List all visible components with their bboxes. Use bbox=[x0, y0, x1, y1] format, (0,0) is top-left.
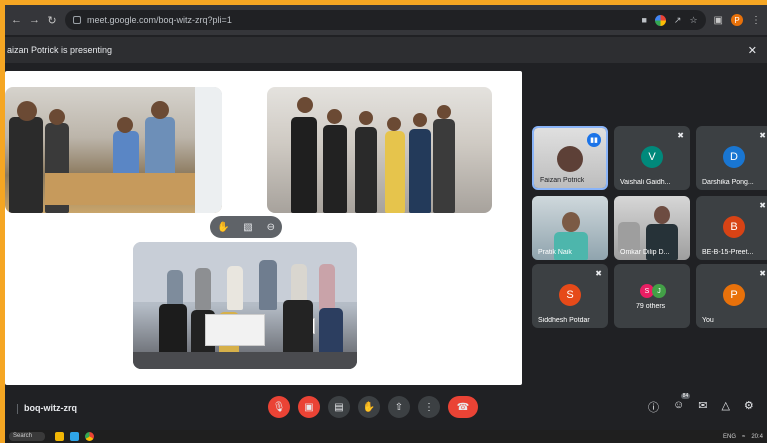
participant-name: Vaishali Gaidh... bbox=[620, 179, 671, 186]
screen-frame: ← → ↻ meet.google.com/boq-witz-zrq?pli=1… bbox=[5, 5, 767, 443]
activities-icon[interactable]: △ bbox=[721, 399, 729, 415]
taskbar-search[interactable]: Search bbox=[9, 432, 45, 441]
participant-tile[interactable]: Pratik Naik bbox=[532, 196, 608, 260]
pan-icon[interactable]: ✋ bbox=[217, 222, 229, 233]
participant-tile[interactable]: ✖ S Siddhesh Potdar bbox=[532, 264, 608, 328]
host-controls-icon[interactable]: ⚙ bbox=[744, 399, 754, 415]
url-text: meet.google.com/boq-witz-zrq?pli=1 bbox=[87, 15, 232, 25]
leave-call-button[interactable]: ☎ bbox=[448, 396, 478, 418]
participant-tile[interactable]: ✖ D Darshika Pong... bbox=[696, 126, 767, 190]
file-explorer-icon[interactable] bbox=[55, 432, 64, 441]
avatar: D bbox=[723, 146, 745, 168]
presenting-text: aizan Potrick is presenting bbox=[7, 45, 113, 55]
address-bar[interactable]: meet.google.com/boq-witz-zrq?pli=1 ■ ↗ ☆ bbox=[65, 10, 706, 30]
event-photo-2 bbox=[267, 87, 492, 213]
mic-off-icon: ✖ bbox=[595, 269, 602, 278]
avatar: P bbox=[723, 284, 745, 306]
browser-nav: ← → ↻ bbox=[11, 14, 57, 27]
site-info-icon[interactable] bbox=[73, 16, 81, 24]
participant-tile[interactable]: Omkar Dilip D... bbox=[614, 196, 690, 260]
avatar bbox=[557, 146, 583, 172]
mic-off-icon: ✖ bbox=[677, 131, 684, 140]
profile-avatar[interactable]: P bbox=[731, 14, 743, 26]
participant-name: Faizan Potrick bbox=[540, 177, 585, 184]
reload-icon[interactable]: ↻ bbox=[47, 14, 57, 27]
close-icon[interactable]: ✕ bbox=[748, 44, 757, 57]
wifi-icon[interactable]: ≈ bbox=[742, 434, 745, 440]
meeting-code-text: boq-witz-zrq bbox=[24, 403, 77, 413]
avatar: S bbox=[559, 284, 581, 306]
chat-icon[interactable]: ✉ bbox=[698, 399, 707, 415]
google-lens-icon[interactable] bbox=[654, 14, 666, 26]
event-photo-3 bbox=[133, 242, 357, 369]
mic-toggle-button[interactable]: 🎙 bbox=[268, 396, 290, 418]
clock[interactable]: 20:4 bbox=[751, 434, 763, 440]
participant-tile[interactable]: ▮▮ Faizan Potrick bbox=[532, 126, 608, 190]
participant-name: Siddhesh Potdar bbox=[538, 317, 590, 324]
participant-name: Darshika Pong... bbox=[702, 179, 754, 186]
camera-toggle-button[interactable]: ▣ bbox=[298, 396, 320, 418]
avatar: B bbox=[723, 216, 745, 238]
participant-name: You bbox=[702, 317, 714, 324]
participant-name: Pratik Naik bbox=[538, 249, 572, 256]
self-tile[interactable]: ✖ P You bbox=[696, 264, 767, 328]
shared-screen: ✋ ▧ ⊖ bbox=[5, 71, 522, 385]
event-photo-1 bbox=[5, 87, 222, 213]
present-button[interactable]: ⇧ bbox=[388, 396, 410, 418]
meeting-code: boq-witz-zrq bbox=[17, 403, 77, 414]
mic-off-icon: ✖ bbox=[759, 269, 766, 278]
bookmark-star-icon[interactable]: ☆ bbox=[689, 15, 697, 26]
participant-tile[interactable]: ✖ B BE-B-15-Preet... bbox=[696, 196, 767, 260]
info-icon[interactable]: ⓘ bbox=[648, 399, 659, 415]
raise-hand-button[interactable]: ✋ bbox=[358, 396, 380, 418]
speaking-indicator-icon: ▮▮ bbox=[587, 133, 601, 147]
taskbar-apps bbox=[55, 432, 94, 441]
pip-icon[interactable]: ▧ bbox=[243, 222, 252, 233]
os-taskbar: Search ENG ≈ 20:4 bbox=[5, 430, 767, 443]
language-indicator[interactable]: ENG bbox=[723, 434, 736, 440]
captions-button[interactable]: ▤ bbox=[328, 396, 350, 418]
back-icon[interactable]: ← bbox=[11, 14, 22, 27]
presenting-banner: aizan Potrick is presenting ✕ bbox=[5, 37, 767, 63]
slide-view-controls: ✋ ▧ ⊖ bbox=[210, 216, 282, 238]
mic-off-icon: ✖ bbox=[759, 131, 766, 140]
participant-tile[interactable]: ✖ V Vaishali Gaidh... bbox=[614, 126, 690, 190]
chrome-icon[interactable] bbox=[85, 432, 94, 441]
participant-name: BE-B-15-Preet... bbox=[702, 249, 754, 256]
more-options-button[interactable]: ⋮ bbox=[418, 396, 440, 418]
participant-name: 79 others bbox=[636, 303, 666, 310]
people-count-badge: 84 bbox=[680, 393, 691, 399]
mic-off-icon: ✖ bbox=[759, 201, 766, 210]
people-icon[interactable]: ☺ 84 bbox=[673, 393, 691, 415]
edge-icon[interactable] bbox=[70, 432, 79, 441]
side-controls: ⓘ ☺ 84 ✉ △ ⚙ bbox=[648, 393, 754, 415]
url-actions: ■ ↗ ☆ bbox=[641, 14, 698, 26]
browser-right-actions: ▣ P ⋮ bbox=[714, 14, 761, 26]
participant-name: Omkar Dilip D... bbox=[620, 249, 670, 256]
side-panel-icon[interactable]: ▣ bbox=[714, 15, 723, 26]
camera-icon[interactable]: ■ bbox=[641, 15, 646, 25]
forward-icon[interactable]: → bbox=[29, 14, 40, 27]
more-icon[interactable]: ⊖ bbox=[267, 222, 275, 233]
system-tray: ENG ≈ 20:4 bbox=[723, 434, 763, 440]
browser-toolbar: ← → ↻ meet.google.com/boq-witz-zrq?pli=1… bbox=[5, 5, 767, 35]
call-controls: 🎙 ▣ ▤ ✋ ⇧ ⋮ ☎ bbox=[268, 396, 478, 418]
avatar: J bbox=[652, 284, 666, 298]
browser-menu-icon[interactable]: ⋮ bbox=[751, 15, 761, 26]
avatar: V bbox=[641, 146, 663, 168]
share-icon[interactable]: ↗ bbox=[674, 15, 682, 26]
others-tile[interactable]: S J 79 others bbox=[614, 264, 690, 328]
